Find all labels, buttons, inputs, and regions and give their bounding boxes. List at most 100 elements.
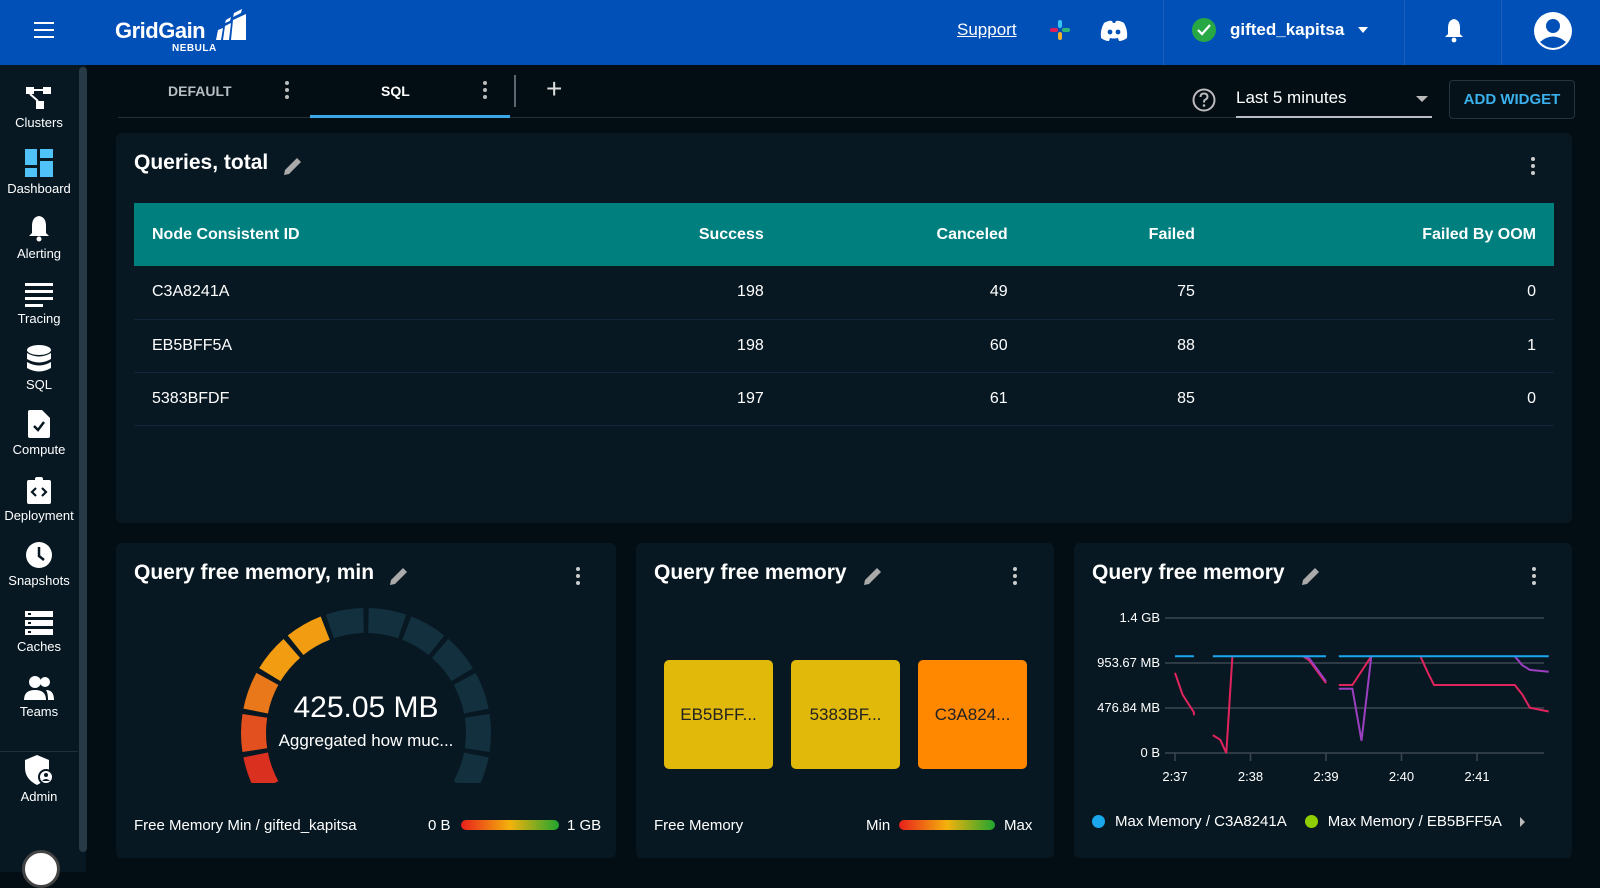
gauge-subtitle: Aggregated how muc... [278,731,454,750]
y-tick-label: 476.84 MB [1097,700,1160,715]
tab-label: DEFAULT [168,83,232,99]
bell-icon [29,216,49,242]
table-row: 5383BFDF 197 61 85 0 [134,372,1554,426]
heatmap-tile[interactable]: EB5BFF... [664,660,773,769]
cell: EB5BFF5A [134,319,552,373]
column-header[interactable]: Success [551,203,782,266]
dashboard-tabs: DEFAULT SQL + [118,65,1258,118]
edit-pencil-icon[interactable] [862,565,884,587]
sidebar-item-tracing[interactable]: Tracing [0,277,78,326]
sidebar-label: Compute [12,442,66,457]
sidebar-label: Dashboard [7,181,71,196]
series-line [1514,655,1549,673]
add-widget-button[interactable]: ADD WIDGET [1449,80,1575,119]
scale-min-label: 0 B [428,817,451,834]
cell: 0 [1212,266,1554,320]
status-ok-icon [1192,18,1216,42]
column-header[interactable]: Node Consistent ID [134,203,552,266]
sidebar-item-clusters[interactable]: Clusters [0,81,78,130]
scale-max-label: 1 GB [567,817,602,834]
free-memory-gauge-widget: Query free memory, min 425.05 MB Aggrega… [116,543,616,858]
top-bar: GridGain NEBULA Support gifted_kapitsa [0,0,1600,65]
cell: C3A8241A [134,266,552,320]
powered-by-badge [22,850,60,888]
time-range-select[interactable]: Last 5 minutes [1236,78,1432,118]
tab-label: SQL [381,83,410,99]
tab-menu-icon[interactable] [285,81,289,102]
column-header[interactable]: Failed By OOM [1212,203,1554,266]
sidebar-label: Clusters [15,115,63,130]
sidebar-item-caches[interactable]: Caches [0,605,78,654]
color-scale-bar [461,820,559,830]
discord-icon[interactable] [1100,20,1128,42]
cell: 197 [551,372,782,426]
caches-icon [25,611,53,635]
notifications-bell-icon[interactable] [1443,17,1465,43]
chevron-down-icon [1358,27,1369,33]
database-icon [27,345,51,372]
tab-sql[interactable]: SQL [310,65,510,118]
cell: 49 [781,266,1026,320]
legend-label: Max Memory / EB5BFF5A [1327,813,1502,830]
column-header[interactable]: Failed [1025,203,1213,266]
admin-shield-icon [25,755,53,785]
sidebar-item-admin[interactable]: Admin [0,755,78,804]
sidebar-item-snapshots[interactable]: Snapshots [0,539,78,588]
heatmap-tile[interactable]: C3A824... [918,660,1027,769]
cell: 85 [1025,372,1213,426]
x-tick-label: 2:39 [1313,769,1338,784]
cluster-selector[interactable]: gifted_kapitsa [1192,18,1369,42]
teams-icon [24,676,54,700]
gauge-segment [402,616,445,656]
cell: 1 [1212,319,1554,373]
heatmap-tile[interactable]: 5383BF... [791,660,900,769]
legend-item[interactable]: Max Memory / C3A8241A [1092,813,1287,830]
cell: 75 [1025,266,1213,320]
gauge-segment [453,752,489,783]
widget-menu-icon[interactable] [1013,567,1017,588]
series-line [1174,672,1195,716]
sidebar-label: Tracing [17,311,61,326]
sidebar-label: SQL [25,377,52,392]
cell: 5383BFDF [134,372,552,426]
legend-next-icon[interactable] [1519,816,1525,827]
account-avatar-icon[interactable] [1533,11,1573,51]
widget-title: Queries, total [134,151,269,174]
menu-icon[interactable] [34,22,54,38]
sidebar-item-dashboard[interactable]: Dashboard [0,147,78,196]
help-icon[interactable] [1192,88,1216,112]
cell: 60 [781,319,1026,373]
sidebar-label: Alerting [16,246,62,261]
add-tab-button[interactable]: + [546,75,562,103]
tab-menu-icon[interactable] [483,81,487,102]
sidebar-label: Deployment [4,508,74,523]
edit-pencil-icon[interactable] [388,565,410,587]
legend-swatch [1304,815,1318,828]
edit-pencil-icon[interactable] [282,155,304,177]
support-link[interactable]: Support [957,20,1017,40]
tab-default[interactable]: DEFAULT [118,65,310,118]
sidebar-label: Snapshots [8,573,70,588]
gauge-segment [325,608,364,639]
legend-item[interactable]: Max Memory / EB5BFF5A [1304,813,1502,830]
widget-menu-icon[interactable] [576,567,580,588]
widget-menu-icon[interactable] [1532,567,1536,588]
cell: 88 [1025,319,1213,373]
sidebar-item-compute[interactable]: Compute [0,408,78,457]
dashboard-icon [25,149,53,177]
sidebar-item-sql[interactable]: SQL [0,343,78,392]
sidebar-item-teams[interactable]: Teams [0,670,78,719]
x-tick-label: 2:41 [1464,769,1489,784]
sidebar-label: Teams [19,704,59,719]
slack-icon[interactable] [1050,20,1070,40]
sidebar-item-alerting[interactable]: Alerting [0,212,78,261]
widget-menu-icon[interactable] [1531,157,1535,178]
heatmap-footer-label: Free Memory [654,817,744,834]
sidebar-item-deployment[interactable]: Deployment [0,474,78,523]
sidebar-scrollbar[interactable] [79,67,87,852]
edit-pencil-icon[interactable] [1300,565,1322,587]
column-header[interactable]: Canceled [781,203,1026,266]
gauge-value: 425.05 MB [293,691,439,724]
free-memory-heatmap-widget: Query free memory EB5BFF... 5383BF... C3… [636,543,1054,858]
cluster-name: gifted_kapitsa [1230,20,1345,39]
